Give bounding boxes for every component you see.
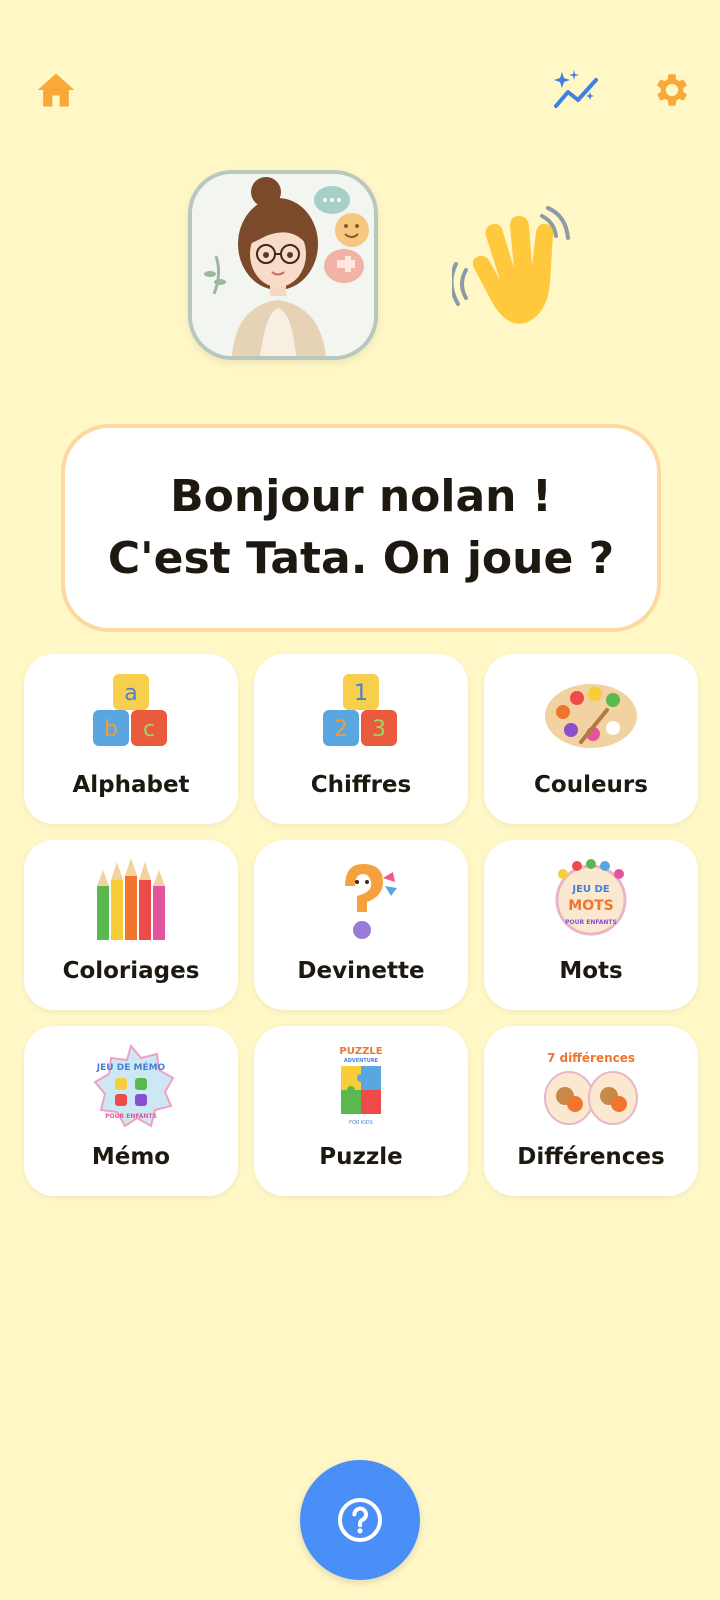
game-card-couleurs[interactable]: Couleurs [484, 654, 698, 824]
game-label: Couleurs [534, 772, 648, 798]
puzzle-logo-line1: PUZZLE [339, 1046, 382, 1057]
paint-palette-icon [545, 684, 637, 748]
game-label: Mémo [91, 1144, 171, 1170]
alphabet-blocks-icon: a b c [93, 674, 167, 746]
home-button[interactable] [28, 62, 84, 118]
game-label: Puzzle [319, 1144, 403, 1170]
sparkle-chart-icon [554, 70, 598, 108]
game-label: Devinette [297, 958, 425, 984]
game-card-differences[interactable]: 7 différences Différences [484, 1026, 698, 1196]
mots-logo-line2: MOTS [568, 898, 613, 914]
game-card-mots[interactable]: JEU DE MOTS POUR ENFANTS Mots [484, 840, 698, 1010]
game-card-puzzle[interactable]: PUZZLE ADVENTURE FOR KIDS Puzzle [254, 1026, 468, 1196]
tata-avatar-illustration [192, 174, 374, 356]
puzzle-logo-line2: ADVENTURE [344, 1058, 379, 1064]
mots-logo-line1: JEU DE [571, 884, 609, 895]
gear-icon [656, 74, 688, 106]
game-label: Mots [559, 958, 623, 984]
memo-logo-line1: JEU DE MÉMO [96, 1061, 166, 1073]
puzzle-logo-line3: FOR KIDS [349, 1120, 373, 1126]
differences-logo-icon: 7 différences [544, 1051, 638, 1125]
game-label: Alphabet [72, 772, 190, 798]
game-card-memo[interactable]: JEU DE MÉMO POUR ENFANTS Mémo [24, 1026, 238, 1196]
waving-hand [449, 206, 582, 336]
game-label: Coloriages [62, 958, 200, 984]
tata-avatar [188, 170, 378, 360]
svg-text:c: c [143, 717, 155, 742]
memo-game-logo-icon: JEU DE MÉMO POUR ENFANTS [93, 1043, 175, 1128]
game-card-chiffres[interactable]: 1 2 3 Chiffres [254, 654, 468, 824]
game-label: Différences [517, 1144, 665, 1170]
progress-button[interactable] [548, 62, 604, 118]
svg-text:3: 3 [372, 717, 386, 742]
waving-hand-icon [449, 206, 570, 324]
help-circle-icon [338, 1498, 382, 1542]
game-label: Chiffres [310, 772, 412, 798]
svg-text:b: b [104, 717, 118, 742]
mots-logo-line3: POUR ENFANTS [565, 919, 617, 926]
greeting-bubble: Bonjour nolan ! C'est Tata. On joue ? [61, 424, 661, 632]
question-mark-icon [345, 864, 397, 939]
word-game-logo-icon: JEU DE MOTS POUR ENFANTS [555, 859, 627, 936]
svg-text:1: 1 [354, 681, 368, 706]
colored-pencils-icon [97, 858, 165, 940]
help-button[interactable] [300, 1460, 420, 1580]
number-blocks-icon: 1 2 3 [323, 674, 397, 746]
game-card-alphabet[interactable]: a b c Alphabet [24, 654, 238, 824]
svg-text:a: a [124, 681, 137, 706]
settings-button[interactable] [644, 62, 700, 118]
game-card-coloriages[interactable]: Coloriages [24, 840, 238, 1010]
game-card-devinette[interactable]: Devinette [254, 840, 468, 1010]
home-icon [37, 73, 75, 107]
top-bar [0, 0, 720, 180]
differences-logo-line1: 7 différences [547, 1051, 635, 1065]
greeting-text: Bonjour nolan ! C'est Tata. On joue ? [107, 471, 615, 584]
svg-text:2: 2 [334, 717, 348, 742]
memo-logo-line2: POUR ENFANTS [105, 1113, 157, 1120]
puzzle-logo-icon: PUZZLE ADVENTURE FOR KIDS [339, 1046, 382, 1126]
